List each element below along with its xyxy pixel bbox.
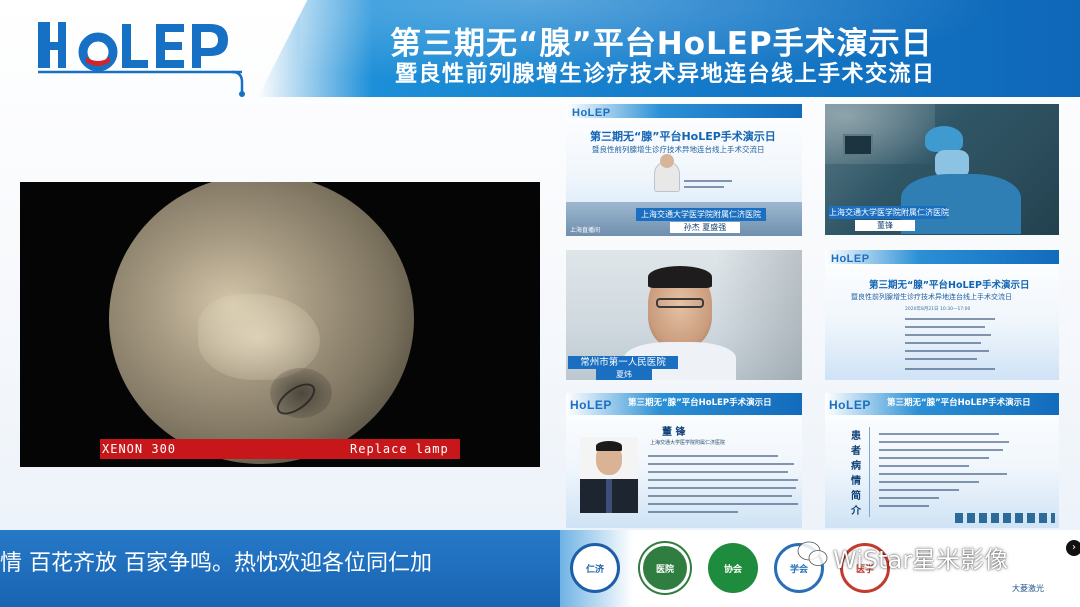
slide-text-line — [684, 186, 724, 188]
slide-text-line — [879, 473, 1007, 475]
slide-date: 2020年8月21日 10:30—17:00 — [905, 307, 971, 312]
next-arrow-icon[interactable]: › — [1066, 540, 1080, 556]
monitor-shape — [843, 134, 873, 156]
speaker-name: 董 锋 — [662, 427, 686, 438]
slide-title: 第三期无“腺”平台HoLEP手术演示日 — [628, 398, 772, 408]
slide-text-line — [879, 449, 1003, 451]
slide-text-line — [905, 334, 991, 336]
lamp-warning-label: Replace lamp — [350, 442, 449, 456]
hospital-banner: 上海交通大学医学院附属仁济医院 — [829, 206, 949, 219]
endoscope-video-feed[interactable]: XENON 300 Replace lamp — [20, 182, 540, 467]
wechat-icon — [797, 541, 828, 566]
mini-holep-logo: HoLEP — [829, 398, 871, 412]
presenter-head — [660, 154, 674, 168]
slide-title: 第三期无“腺”平台HoLEP手术演示日 — [887, 398, 1031, 408]
slide-text-line — [648, 479, 798, 481]
slide-text-line — [648, 511, 738, 513]
mini-holep-logo: HoLEP — [572, 107, 611, 119]
slide-subtitle: 暨良性前列腺增生诊疗技术异地连台线上手术交流日 — [851, 293, 1012, 301]
association-logo: 协会 — [708, 543, 758, 593]
video-tile-title-slide[interactable]: HoLEP 第三期无“腺”平台HoLEP手术演示日 暨良性前列腺增生诊疗技术异地… — [825, 250, 1059, 380]
speaker-org: 上海交通大学医学院附属仁济医院 — [650, 440, 726, 446]
slide-text-line — [879, 505, 929, 507]
slide-text-line — [879, 457, 989, 459]
slide-text-line — [648, 495, 792, 497]
video-tile-changzhou[interactable]: 常州市第一人民医院 夏炜 — [566, 250, 802, 380]
presenter-name-tag: 董锋 — [855, 220, 915, 231]
speaker-hair — [648, 266, 712, 288]
slide-text-line — [879, 497, 939, 499]
or-light — [825, 104, 935, 164]
mini-holep-logo: HoLEP — [570, 398, 612, 412]
slide-text-line — [879, 481, 979, 483]
slide-text-line — [905, 358, 977, 360]
video-tile-speaker-intro[interactable]: HoLEP 第三期无“腺”平台HoLEP手术演示日 董 锋 上海交通大学医学院附… — [566, 393, 802, 528]
presenter-name-tag: 孙杰 夏盛强 — [670, 222, 740, 233]
surgeon-gown — [901, 174, 1021, 234]
slide-text-line — [905, 368, 995, 370]
holep-logo — [38, 22, 245, 97]
slide-text-line — [648, 487, 796, 489]
slide-text-line — [648, 455, 778, 457]
scrolling-ticker-text: 情 百花齐放 百家争鸣。热忱欢迎各位同仁加 — [0, 551, 432, 575]
slide-text-line — [879, 433, 999, 435]
slide-title: 第三期无“腺”平台HoLEP手术演示日 — [590, 130, 776, 143]
slide-text-line — [905, 350, 989, 352]
slide-text-line — [905, 318, 995, 320]
renji-hospital-logo: 仁济 — [570, 543, 620, 593]
slide-title: 第三期无“腺”平台HoLEP手术演示日 — [869, 280, 1030, 291]
header-bar: 第三期无“腺”平台HoLEP手术演示日 暨良性前列腺增生诊疗技术异地连台线上手术… — [0, 0, 1080, 97]
video-tile-shanghai-studio[interactable]: HoLEP 第三期无“腺”平台HoLEP手术演示日 暨良性前列腺增生诊疗技术异地… — [566, 104, 802, 236]
surgeon-cap — [925, 126, 963, 152]
page-subtitle: 暨良性前列腺增生诊疗技术异地连台线上手术交流日 — [395, 62, 936, 87]
sponsor-logos-row — [955, 513, 1055, 523]
speaker-photo — [580, 437, 638, 513]
hospital-seal-logo: 医院 — [640, 543, 690, 593]
lamp-model-label: XENON 300 — [102, 442, 177, 456]
video-tile-operating-room[interactable]: 上海交通大学医学院附属仁济医院 董锋 — [825, 104, 1059, 235]
video-tile-patient-case[interactable]: HoLEP 第三期无“腺”平台HoLEP手术演示日 患者病情简介 — [825, 393, 1059, 528]
wistar-watermark: WiStar星米影像 — [833, 546, 1009, 574]
slide-text-line — [905, 342, 981, 344]
slide-subtitle: 暨良性前列腺增生诊疗技术异地连台线上手术交流日 — [592, 145, 765, 154]
slide-text-line — [879, 441, 1009, 443]
slide-text-line — [879, 489, 959, 491]
presenter-name-tag: 夏炜 — [596, 369, 652, 380]
case-divider — [869, 427, 870, 517]
corner-label: 上海直播间 — [570, 227, 601, 234]
hospital-banner: 上海交通大学医学院附属仁济医院 — [636, 208, 766, 221]
slide-text-line — [684, 180, 732, 182]
daling-laser-logo: 大菱激光 — [1012, 584, 1044, 593]
slide-text-line — [905, 326, 985, 328]
slide-text-line — [648, 463, 794, 465]
slide-text-line — [648, 503, 798, 505]
patient-case-label: 患者病情简介 — [851, 431, 861, 517]
speaker-glasses — [656, 298, 704, 308]
hospital-banner: 常州市第一人民医院 — [568, 356, 678, 369]
mini-holep-logo: HoLEP — [831, 253, 870, 265]
slide-text-line — [879, 465, 969, 467]
slide-text-line — [648, 471, 788, 473]
